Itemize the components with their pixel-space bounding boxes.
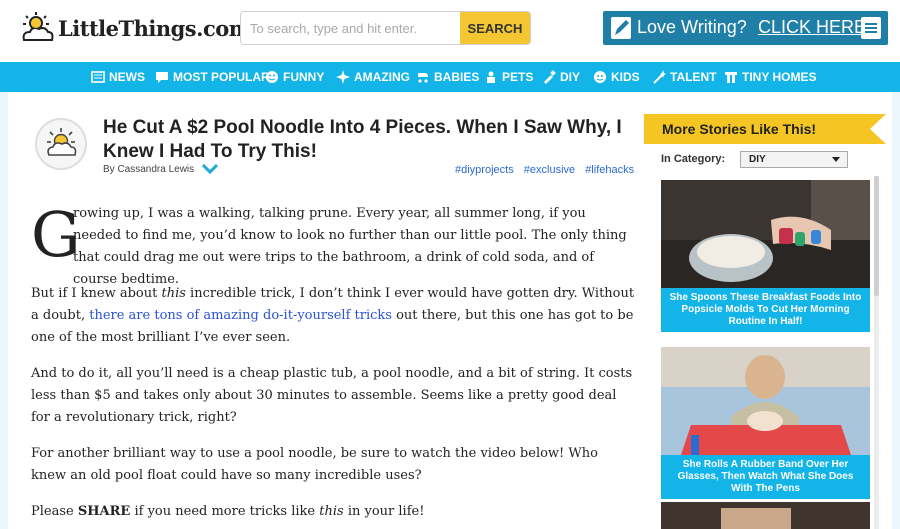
brush-icon [544, 70, 556, 84]
nav-label: PETS [502, 70, 534, 84]
paragraph-2: But if I knew about this incredible tric… [31, 283, 636, 349]
paragraph-4: For another brilliant way to use a pool … [31, 446, 598, 483]
emphasis: this [319, 504, 344, 519]
nav-label: TALENT [670, 70, 717, 84]
sidebar-scrollbar[interactable] [874, 176, 879, 529]
caret-down-icon [832, 157, 840, 162]
chevron-down-icon[interactable] [202, 164, 218, 174]
wand-icon [653, 70, 666, 84]
banner-notch [870, 114, 886, 144]
diy-tricks-link[interactable]: there are tons of amazing do-it-yourself… [89, 308, 392, 323]
promo-link[interactable]: CLICK HERE [758, 17, 866, 38]
site-logo[interactable]: LittleThings.com [18, 8, 251, 54]
emphasis-strong: SHARE [77, 504, 131, 519]
chat-icon [156, 72, 168, 83]
pets-icon [487, 71, 495, 83]
love-writing-banner[interactable]: Love Writing? CLICK HERE [603, 11, 888, 45]
nav-item-babies[interactable]: BABIES [416, 62, 479, 92]
nav-item-amazing[interactable]: AMAZING [336, 62, 410, 92]
category-value: DIY [749, 154, 766, 165]
story-caption: She Rolls A Rubber Band Over Her Glasses… [661, 455, 870, 499]
logo-text: LittleThings.com [58, 16, 251, 41]
nav-label: DIY [560, 70, 581, 84]
story-thumbnail [661, 347, 870, 455]
article-byline[interactable]: By Cassandra Lewis [103, 164, 194, 175]
nav-item-most-popular[interactable]: MOST POPULAR [155, 62, 270, 92]
story-card[interactable]: She Rolls A Rubber Band Over Her Glasses… [661, 347, 870, 499]
paragraph-5: Please SHARE if you need more tricks lik… [31, 501, 636, 523]
tag-link[interactable]: #diyprojects [455, 164, 514, 176]
kids-icon [594, 71, 606, 83]
more-stories-heading: More Stories Like This! [662, 121, 817, 137]
nav-label: AMAZING [354, 70, 410, 84]
nav-label: NEWS [109, 70, 145, 84]
emphasis: this [161, 286, 186, 301]
right-page-band [892, 92, 900, 529]
nav-item-pets[interactable]: PETS [484, 62, 533, 92]
nav-item-kids[interactable]: KIDS [593, 62, 640, 92]
story-thumbnail [661, 502, 870, 529]
paragraph-3: And to do it, all you’ll need is a cheap… [31, 366, 633, 425]
text: if you need more tricks like [130, 504, 320, 519]
sun-cloud-icon [47, 128, 77, 156]
stroller-icon [418, 73, 428, 83]
story-card[interactable]: She Spoons These Breakfast Foods Into Po… [661, 180, 870, 332]
story-thumbnail [661, 180, 870, 288]
article-title: He Cut A $2 Pool Noodle Into 4 Pieces. W… [103, 117, 622, 162]
author-avatar[interactable] [35, 118, 87, 170]
search-input[interactable] [241, 12, 461, 44]
nav-item-talent[interactable]: TALENT [652, 62, 716, 92]
newspaper-icon [91, 71, 105, 83]
nav-item-news[interactable]: NEWS [91, 62, 145, 92]
text: in your life! [343, 504, 425, 519]
nav-label: BABIES [434, 70, 480, 84]
smiley-icon [266, 71, 278, 83]
story-caption: She Spoons These Breakfast Foods Into Po… [661, 288, 870, 332]
article-tags: #diyprojects #exclusive #lifehacks [455, 164, 641, 176]
promo-text: Love Writing? [637, 17, 747, 37]
search-button[interactable]: SEARCH [460, 12, 530, 44]
story-card[interactable] [661, 502, 870, 529]
nav-item-tiny-homes[interactable]: TINY HOMES [724, 62, 816, 92]
burst-icon [336, 70, 350, 84]
nav-label: KIDS [611, 70, 640, 84]
house-icon [725, 72, 737, 83]
search-bar: SEARCH [240, 11, 531, 45]
category-label: In Category: [661, 153, 726, 165]
site-header: LittleThings.com SEARCH Love Writing? CL… [0, 0, 900, 62]
nav-label: TINY HOMES [742, 70, 817, 84]
tag-link[interactable]: #exclusive [524, 164, 575, 176]
scrollbar-thumb[interactable] [874, 176, 879, 296]
nav-item-funny[interactable]: FUNNY [265, 62, 324, 92]
category-select[interactable]: DIY [740, 151, 848, 168]
notebook-icon [861, 17, 881, 39]
paragraph-1: rowing up, I was a walking, talking prun… [73, 206, 627, 287]
text: But if I knew about [31, 286, 162, 301]
left-page-band [0, 92, 8, 529]
sun-cloud-icon [22, 12, 54, 41]
tag-link[interactable]: #lifehacks [585, 164, 634, 176]
text: Please [31, 504, 78, 519]
nav-label: MOST POPULAR [173, 70, 270, 84]
main-nav: NEWS MOST POPULAR FUNNY AMAZING BABIES P… [0, 62, 900, 92]
nav-label: FUNNY [283, 70, 325, 84]
pencil-icon [611, 17, 631, 39]
nav-item-diy[interactable]: DIY [542, 62, 580, 92]
